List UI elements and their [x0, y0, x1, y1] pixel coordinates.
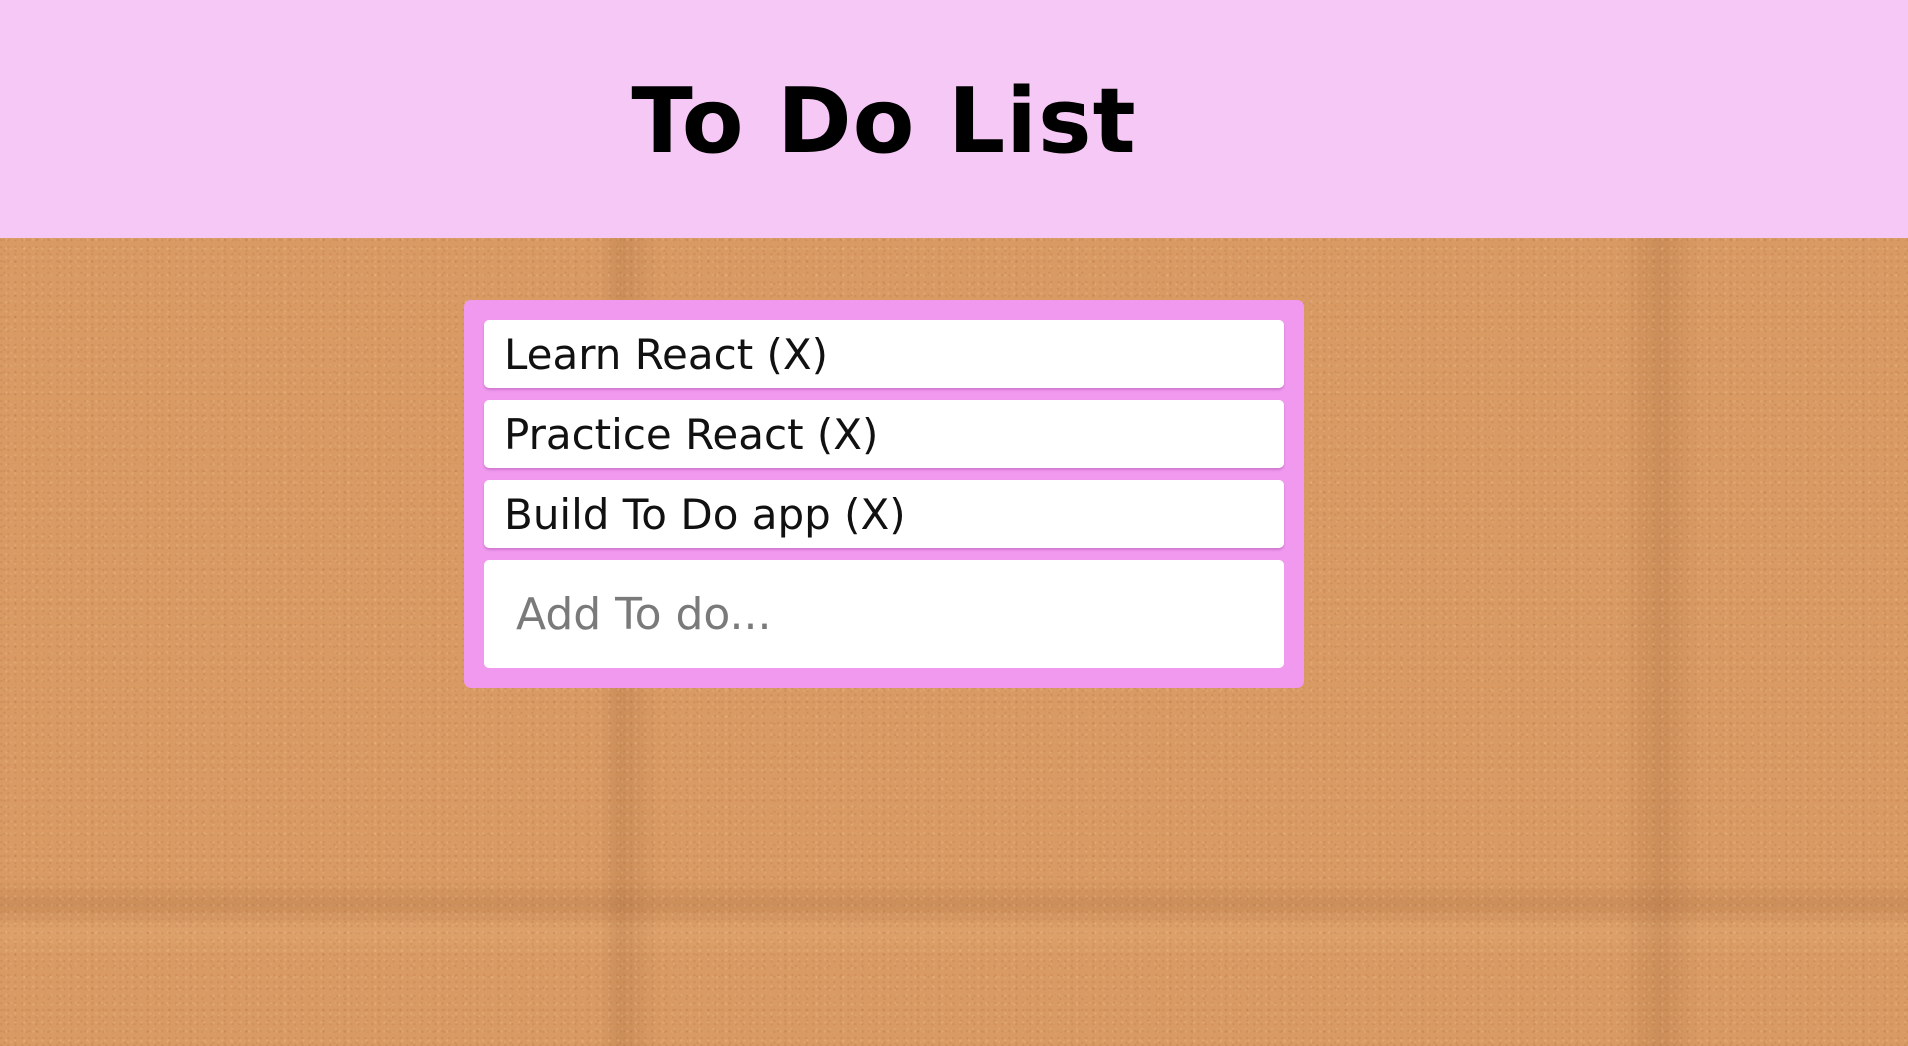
todo-list: Learn React (X) Practice React (X) Build…	[484, 320, 1284, 548]
todo-item-label: Practice React (X)	[504, 409, 879, 459]
add-todo-input[interactable]	[484, 560, 1284, 668]
page-title: To Do List	[631, 69, 1137, 174]
todo-panel: Learn React (X) Practice React (X) Build…	[464, 300, 1304, 688]
todo-item-label: Learn React (X)	[504, 329, 829, 379]
page-header: To Do List	[0, 0, 1908, 238]
todo-item-learn-react[interactable]: Learn React (X)	[484, 320, 1284, 388]
todo-item-label: Build To Do app (X)	[504, 489, 906, 539]
todo-item-practice-react[interactable]: Practice React (X)	[484, 400, 1284, 468]
todo-item-build-todo-app[interactable]: Build To Do app (X)	[484, 480, 1284, 548]
